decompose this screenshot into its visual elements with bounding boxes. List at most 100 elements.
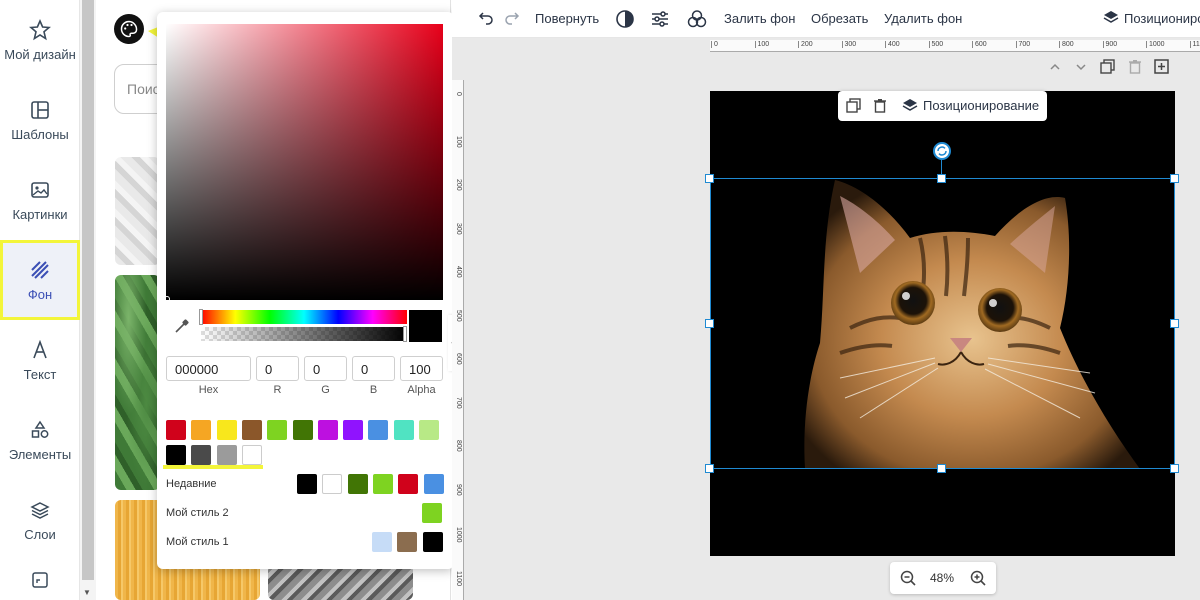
color-swatch[interactable] xyxy=(422,532,443,552)
left-nav: Мой дизайн Шаблоны Картинки Фон Текст Эл… xyxy=(0,0,80,600)
zoom-out-icon[interactable] xyxy=(900,570,916,589)
rotate-button[interactable]: Повернуть xyxy=(535,11,599,26)
color-swatch[interactable] xyxy=(191,420,212,440)
add-page-icon[interactable] xyxy=(1154,59,1169,79)
fill-background-button[interactable]: Залить фон xyxy=(724,11,795,26)
nav-images[interactable]: Картинки xyxy=(0,160,80,240)
delete-icon[interactable] xyxy=(873,98,887,116)
positioning-button[interactable]: Позиционирование xyxy=(923,98,1039,113)
palette-button[interactable] xyxy=(114,14,144,44)
nav-my-design[interactable]: Мой дизайн xyxy=(0,0,80,80)
adjust-icon[interactable] xyxy=(650,9,670,32)
color-swatch[interactable] xyxy=(292,420,313,440)
contrast-icon[interactable] xyxy=(615,9,635,32)
scroll-down-icon[interactable]: ▼ xyxy=(83,588,91,597)
palette-icon xyxy=(120,20,138,38)
resize-handle[interactable] xyxy=(1170,464,1179,473)
background-thumbnail[interactable] xyxy=(115,275,160,490)
b-input[interactable]: 0 xyxy=(352,356,395,381)
zoom-in-icon[interactable] xyxy=(970,570,986,589)
selection-box[interactable] xyxy=(710,178,1175,469)
color-swatch[interactable] xyxy=(166,420,186,440)
color-swatch[interactable] xyxy=(372,532,392,552)
undo-icon[interactable] xyxy=(478,9,494,28)
color-swatch[interactable] xyxy=(241,420,262,440)
ruler-tick-label: 600 xyxy=(455,353,462,365)
nav-label: Слои xyxy=(24,526,56,542)
image-icon xyxy=(29,179,51,201)
move-up-icon[interactable] xyxy=(1049,60,1061,78)
rotate-handle-icon[interactable] xyxy=(933,142,951,160)
color-swatch[interactable] xyxy=(393,420,414,440)
nav-background[interactable]: Фон xyxy=(0,240,80,320)
nav-elements[interactable]: Элементы xyxy=(0,400,80,480)
g-input[interactable]: 0 xyxy=(304,356,347,381)
duplicate-icon[interactable] xyxy=(1100,59,1115,79)
color-swatch[interactable] xyxy=(347,474,368,494)
scrollbar-thumb[interactable] xyxy=(82,0,94,580)
hue-handle[interactable] xyxy=(199,309,203,325)
positioning-button[interactable]: Позициониро xyxy=(1124,11,1200,26)
color-swatch[interactable] xyxy=(368,420,389,440)
color-swatch[interactable] xyxy=(216,420,237,440)
hex-input[interactable]: 000000 xyxy=(166,356,251,381)
alpha-input[interactable]: 100 xyxy=(400,356,443,381)
color-swatch[interactable] xyxy=(317,420,338,440)
style2-label: Мой стиль 2 xyxy=(166,507,229,519)
resize-handle[interactable] xyxy=(937,464,946,473)
resize-handle[interactable] xyxy=(937,174,946,183)
b-label: B xyxy=(369,384,378,396)
background-thumbnail[interactable] xyxy=(115,157,160,265)
saturation-area[interactable] xyxy=(166,24,443,300)
color-swatch[interactable] xyxy=(191,445,212,465)
redo-icon[interactable] xyxy=(504,9,520,28)
resize-handle[interactable] xyxy=(705,174,714,183)
color-swatch[interactable] xyxy=(397,532,418,552)
saturation-cursor[interactable] xyxy=(164,296,170,302)
color-swatch[interactable] xyxy=(322,474,343,494)
resize-handle[interactable] xyxy=(705,319,714,328)
layers-icon[interactable] xyxy=(1103,10,1119,29)
nav-label: Фон xyxy=(27,286,53,302)
color-swatch[interactable] xyxy=(419,420,439,440)
ruler-tick-label: 900 xyxy=(1102,41,1117,48)
color-swatch[interactable] xyxy=(241,445,262,465)
alpha-handle[interactable] xyxy=(403,326,407,342)
zoom-level: 48% xyxy=(930,571,955,585)
color-swatch[interactable] xyxy=(267,420,288,440)
color-swatch[interactable] xyxy=(423,474,444,494)
ruler-tick-label: 500 xyxy=(928,41,943,48)
background-icon xyxy=(29,259,51,281)
nav-more[interactable] xyxy=(0,565,80,600)
nav-layers[interactable]: Слои xyxy=(0,480,80,560)
elements-icon xyxy=(29,419,51,441)
effects-icon[interactable] xyxy=(687,9,707,32)
color-swatch[interactable] xyxy=(166,445,186,465)
alpha-slider[interactable] xyxy=(201,327,407,341)
color-swatch[interactable] xyxy=(422,503,442,523)
background-thumbnail[interactable] xyxy=(268,565,413,600)
resize-icon xyxy=(29,569,51,591)
eyedropper-icon[interactable] xyxy=(174,318,190,339)
color-swatch[interactable] xyxy=(343,420,364,440)
color-swatch[interactable] xyxy=(297,474,317,494)
nav-label: Элементы xyxy=(8,446,72,462)
rotate-connector xyxy=(941,160,942,174)
color-swatch[interactable] xyxy=(372,474,393,494)
r-input[interactable]: 0 xyxy=(256,356,299,381)
crop-button[interactable]: Обрезать xyxy=(811,11,868,26)
highlight-underline xyxy=(163,465,263,469)
delete-icon[interactable] xyxy=(1128,59,1142,79)
resize-handle[interactable] xyxy=(1170,319,1179,328)
remove-background-button[interactable]: Удалить фон xyxy=(884,11,962,26)
resize-handle[interactable] xyxy=(1170,174,1179,183)
move-down-icon[interactable] xyxy=(1075,60,1087,78)
color-swatch[interactable] xyxy=(216,445,237,465)
nav-text[interactable]: Текст xyxy=(0,320,80,400)
duplicate-icon[interactable] xyxy=(846,98,861,116)
resize-handle[interactable] xyxy=(705,464,714,473)
nav-templates[interactable]: Шаблоны xyxy=(0,80,80,160)
alpha-label: Alpha xyxy=(407,384,436,396)
hue-slider[interactable] xyxy=(201,310,407,324)
color-swatch[interactable] xyxy=(398,474,419,494)
